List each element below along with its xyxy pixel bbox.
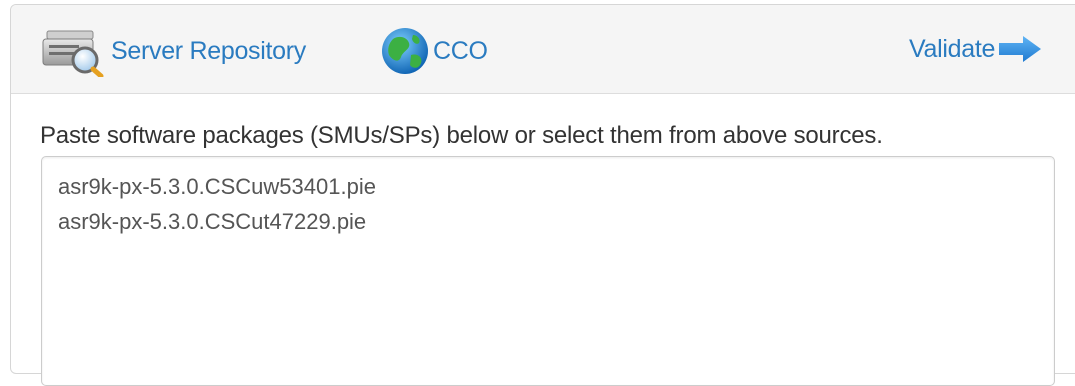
server-repository-icon [42, 30, 104, 77]
globe-icon [382, 28, 428, 74]
software-packages-panel: Server Repository CCO Validate Paste sof… [10, 4, 1075, 386]
package-line: asr9k-px-5.3.0.CSCuw53401.pie [58, 174, 376, 199]
software-packages-textarea[interactable]: asr9k-px-5.3.0.CSCuw53401.pie asr9k-px-5.… [41, 156, 1055, 386]
source-toolbar: Server Repository CCO Validate [11, 5, 1075, 94]
package-line: asr9k-px-5.3.0.CSCut47229.pie [58, 209, 367, 234]
validate-label: Validate [909, 34, 996, 63]
instruction-text: Paste software packages (SMUs/SPs) below… [40, 122, 883, 149]
arrow-right-icon [999, 36, 1042, 62]
validate-button[interactable]: Validate [909, 29, 1043, 69]
cco-label: CCO [433, 36, 488, 65]
server-repository-button[interactable]: Server Repository [41, 25, 306, 77]
cco-button[interactable]: CCO [379, 25, 488, 77]
server-repository-label: Server Repository [111, 36, 306, 65]
package-input-section: Paste software packages (SMUs/SPs) below… [11, 94, 1075, 386]
